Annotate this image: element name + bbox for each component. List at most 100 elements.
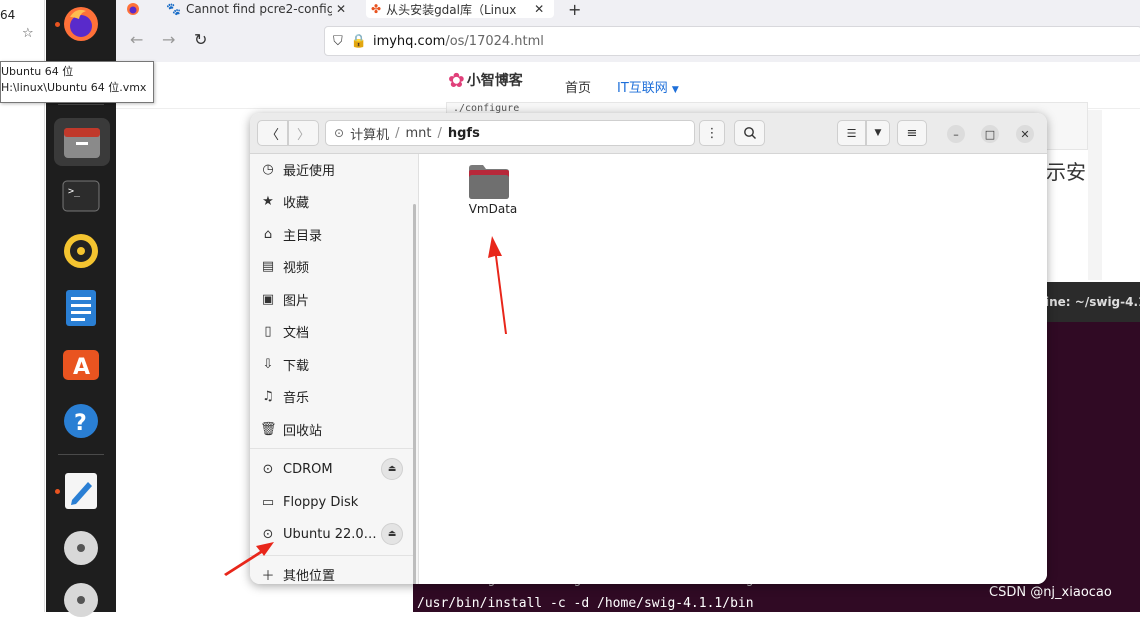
search-icon bbox=[743, 127, 756, 139]
device-label: CDROM bbox=[283, 461, 333, 477]
forward-icon[interactable]: → bbox=[162, 30, 175, 49]
files-icon[interactable] bbox=[54, 118, 110, 166]
sidebar-item-other-locations[interactable]: ＋ 其他位置 bbox=[260, 561, 410, 584]
sidebar-item-documents[interactable]: ▯ 文档 bbox=[260, 318, 410, 344]
terminal-icon[interactable]: >_ bbox=[61, 176, 101, 216]
close-icon[interactable]: ✕ bbox=[534, 2, 544, 16]
firefox-tab-icon[interactable] bbox=[126, 0, 142, 18]
app-center-icon[interactable]: A bbox=[61, 344, 101, 384]
video-icon: ▤ bbox=[261, 258, 275, 274]
svg-text:A: A bbox=[73, 355, 90, 380]
browser-chrome: 🐾 Cannot find pcre2-config ✕ ✤ 从头安装gdal库… bbox=[116, 0, 1140, 62]
sidebar: ◷ 最近使用 ★ 收藏 ⌂ 主目录 ▤ 视频 ▣ 图片 ▯ 文档 ⇩ 下载 ♫ 音乐 🗑 回收站 … bbox=[250, 154, 419, 584]
star-icon[interactable]: ☆ bbox=[22, 26, 34, 41]
folder-vmdata[interactable] bbox=[467, 162, 511, 204]
text-editor-icon[interactable] bbox=[61, 471, 101, 511]
disc-icon[interactable] bbox=[61, 528, 101, 568]
path-menu-button[interactable]: ⋮ bbox=[699, 120, 725, 146]
search-button[interactable] bbox=[734, 120, 765, 146]
trash-icon: 🗑 bbox=[260, 421, 277, 437]
sidebar-item-label: 图片 bbox=[283, 293, 310, 309]
sidebar-item-music[interactable]: ♫ 音乐 bbox=[260, 383, 410, 409]
sidebar-item-home[interactable]: ⌂ 主目录 bbox=[260, 221, 410, 247]
chevron-down-icon: ▼ bbox=[874, 128, 882, 138]
eject-icon: ⏏ bbox=[387, 529, 397, 539]
back-button[interactable]: 〈 bbox=[257, 120, 288, 146]
lock-icon[interactable]: 🔒 bbox=[351, 34, 367, 49]
shield-icon[interactable]: ⛉ bbox=[333, 34, 343, 49]
chevron-right-icon: 〉 bbox=[296, 127, 310, 143]
image-icon: ▣ bbox=[261, 291, 275, 307]
scroll-region bbox=[1088, 110, 1102, 280]
disc-icon: ⊙ bbox=[262, 461, 274, 477]
more-vertical-icon: ⋮ bbox=[705, 125, 719, 141]
view-options-button[interactable]: ▼ bbox=[866, 120, 890, 146]
folder-icon bbox=[469, 165, 509, 199]
sidebar-divider bbox=[250, 555, 416, 556]
eject-button[interactable]: ⏏ bbox=[381, 458, 403, 480]
firefox-icon[interactable] bbox=[61, 4, 101, 44]
host-number: 64 bbox=[0, 8, 16, 22]
reload-icon[interactable]: ↻ bbox=[194, 30, 207, 49]
tab-pcre2[interactable]: 🐾 Cannot find pcre2-config ✕ bbox=[166, 0, 346, 18]
nav-home-link[interactable]: 首页 bbox=[565, 77, 591, 96]
tab-bar: 🐾 Cannot find pcre2-config ✕ ✤ 从头安装gdal库… bbox=[116, 0, 1140, 18]
sidebar-item-label: 下载 bbox=[283, 358, 310, 374]
path-bar[interactable]: ⊙ 计算机 / mnt / hgfs bbox=[325, 120, 695, 146]
writer-icon[interactable] bbox=[61, 288, 101, 328]
logo-icon: ✿ bbox=[448, 68, 465, 92]
drive-icon: ▭ bbox=[261, 494, 275, 510]
forward-button[interactable]: 〉 bbox=[288, 120, 319, 146]
sidebar-item-recent[interactable]: ◷ 最近使用 bbox=[260, 156, 410, 182]
path-separator: / bbox=[437, 125, 442, 141]
home-icon: ⌂ bbox=[263, 226, 273, 242]
close-icon[interactable]: ✕ bbox=[336, 2, 346, 16]
main-menu-button[interactable]: ≡ bbox=[897, 120, 927, 146]
disc-icon[interactable] bbox=[61, 580, 101, 620]
file-manager-window: 〈 〉 ⊙ 计算机 / mnt / hgfs ⋮ ☰ ▼ ≡ – □ ✕ ◷ 最近… bbox=[250, 113, 1047, 584]
url-domain: imyhq.com bbox=[372, 33, 446, 49]
view-list-button[interactable]: ☰ bbox=[837, 120, 866, 146]
close-button[interactable]: ✕ bbox=[1016, 125, 1034, 143]
music-icon: ♫ bbox=[262, 388, 274, 404]
sidebar-item-starred[interactable]: ★ 收藏 bbox=[260, 188, 410, 214]
maximize-icon: □ bbox=[984, 127, 996, 141]
tab-gdal[interactable]: ✤ 从头安装gdal库（Linux ✕ bbox=[366, 0, 554, 18]
url-path: /os/17024.html bbox=[445, 33, 544, 49]
sidebar-item-label: 收藏 bbox=[283, 195, 310, 211]
url-bar[interactable]: ⛉ 🔒 imyhq.com /os/17024.html bbox=[324, 26, 1140, 56]
article-text: 示安 bbox=[1046, 160, 1086, 184]
new-tab-button[interactable]: + bbox=[568, 0, 584, 18]
rhythmbox-icon[interactable] bbox=[61, 231, 101, 271]
sidebar-scrollbar[interactable] bbox=[413, 204, 416, 584]
sidebar-item-label: 音乐 bbox=[283, 390, 310, 406]
site-logo[interactable]: ✿ 小智博客 bbox=[448, 68, 523, 92]
help-icon[interactable]: ? bbox=[61, 401, 101, 441]
watermark: CSDN @nj_xiaocao bbox=[989, 585, 1112, 600]
path-mnt[interactable]: mnt bbox=[405, 126, 431, 141]
minimize-icon: – bbox=[953, 127, 959, 141]
sidebar-item-label: 其他位置 bbox=[283, 568, 336, 584]
minimize-button[interactable]: – bbox=[947, 125, 965, 143]
sidebar-item-pictures[interactable]: ▣ 图片 bbox=[260, 286, 410, 312]
running-indicator bbox=[55, 22, 60, 27]
sidebar-item-label: 文档 bbox=[283, 325, 310, 341]
logo-text: 小智博客 bbox=[466, 73, 523, 89]
tooltip-line-2: H:\linux\Ubuntu 64 位.vmx bbox=[1, 81, 147, 94]
maximize-button[interactable]: □ bbox=[981, 125, 999, 143]
nav-it-link[interactable]: IT互联网 ▼ bbox=[617, 77, 679, 96]
file-view: VmData bbox=[419, 154, 1047, 584]
sidebar-item-downloads[interactable]: ⇩ 下载 bbox=[260, 351, 410, 377]
path-root[interactable]: 计算机 bbox=[350, 124, 389, 143]
vm-tooltip: Ubuntu 64 位 H:\linux\Ubuntu 64 位.vmx bbox=[0, 61, 154, 103]
sidebar-device-floppy[interactable]: ▭ Floppy Disk bbox=[260, 489, 410, 515]
tab-label: 从头安装gdal库（Linux bbox=[386, 2, 517, 17]
sidebar-item-trash[interactable]: 🗑 回收站 bbox=[260, 416, 410, 442]
eject-button[interactable]: ⏏ bbox=[381, 523, 403, 545]
sidebar-item-videos[interactable]: ▤ 视频 bbox=[260, 253, 410, 279]
chevron-down-icon: ▼ bbox=[671, 85, 679, 95]
path-current[interactable]: hgfs bbox=[448, 126, 480, 141]
back-icon[interactable]: ← bbox=[130, 30, 143, 49]
device-label: Floppy Disk bbox=[283, 494, 359, 510]
site-icon: ✤ bbox=[371, 2, 382, 16]
